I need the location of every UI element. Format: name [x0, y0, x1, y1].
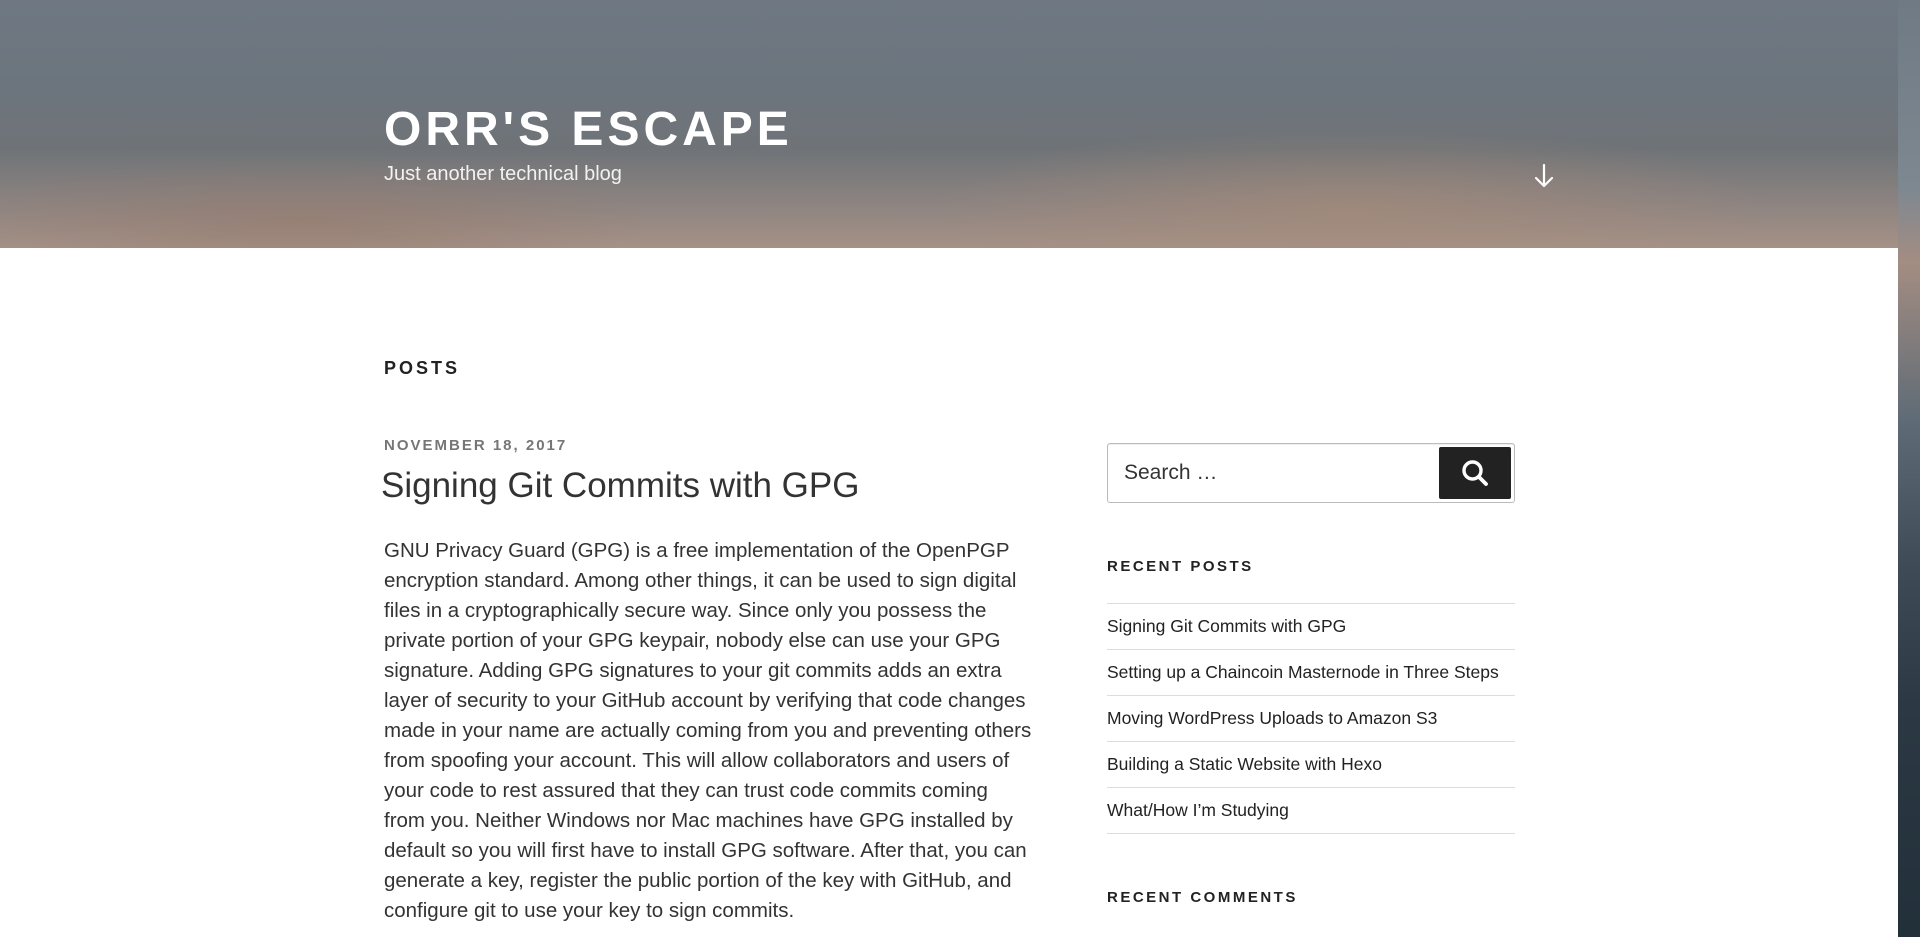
recent-posts-list: Signing Git Commits with GPG Setting up … [1107, 603, 1515, 834]
post-title-link[interactable]: Signing Git Commits with GPG [381, 464, 1034, 508]
recent-post-link[interactable]: Signing Git Commits with GPG [1107, 616, 1346, 637]
scroll-down-button[interactable] [1528, 160, 1560, 192]
arrow-down-icon [1534, 163, 1554, 188]
site-header: ORR'S ESCAPE Just another technical blog [0, 0, 1898, 248]
list-item: Building a Static Website with Hexo [1107, 742, 1515, 788]
post-excerpt: GNU Privacy Guard (GPG) is a free implem… [384, 539, 1032, 922]
recent-comments-title: RECENT COMMENTS [1107, 889, 1298, 906]
recent-post-link[interactable]: Setting up a Chaincoin Masternode in Thr… [1107, 662, 1499, 683]
search-input[interactable] [1110, 446, 1430, 500]
search-form [1107, 443, 1515, 503]
search-button[interactable] [1439, 447, 1511, 499]
site-description: Just another technical blog [384, 163, 622, 185]
list-item: Moving WordPress Uploads to Amazon S3 [1107, 696, 1515, 742]
recent-post-link[interactable]: What/How I’m Studying [1107, 800, 1289, 821]
post-article: NOVEMBER 18, 2017 Signing Git Commits wi… [381, 436, 1034, 926]
recent-posts-title: RECENT POSTS [1107, 558, 1254, 575]
list-item: Signing Git Commits with GPG [1107, 604, 1515, 650]
recent-post-link[interactable]: Building a Static Website with Hexo [1107, 754, 1382, 775]
sidebar: RECENT POSTS Signing Git Commits with GP… [1107, 443, 1515, 906]
search-icon [1462, 460, 1488, 486]
list-item: Setting up a Chaincoin Masternode in Thr… [1107, 650, 1515, 696]
page-title: POSTS [384, 358, 461, 378]
list-item: What/How I’m Studying [1107, 788, 1515, 834]
post-date[interactable]: NOVEMBER 18, 2017 [384, 436, 1034, 456]
background-image-strip [1898, 0, 1920, 937]
main-content: POSTS NOVEMBER 18, 2017 Signing Git Comm… [0, 248, 1898, 937]
recent-post-link[interactable]: Moving WordPress Uploads to Amazon S3 [1107, 708, 1437, 729]
site-title[interactable]: ORR'S ESCAPE [384, 104, 793, 156]
